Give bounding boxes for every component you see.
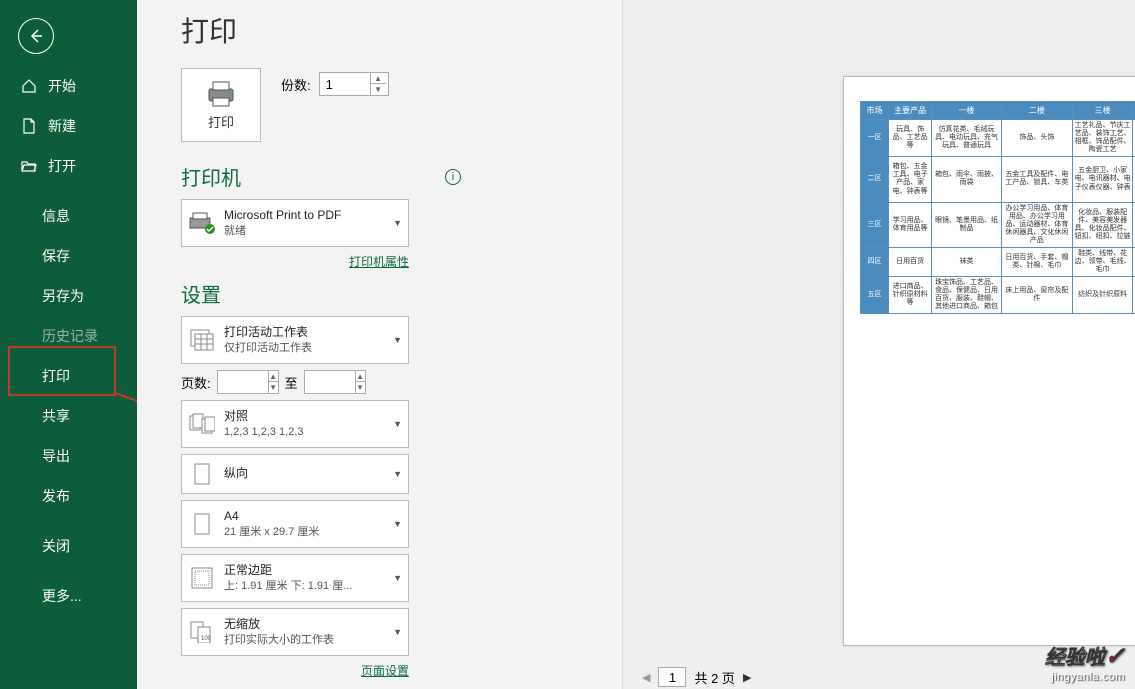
page-title: 打印 xyxy=(181,10,461,50)
paper-line2: 21 厘米 x 29.7 厘米 xyxy=(224,525,389,539)
portrait-icon xyxy=(188,460,216,488)
nav-label: 关闭 xyxy=(42,536,70,556)
scaling-icon: 100 xyxy=(188,618,216,646)
nav-new[interactable]: 新建 xyxy=(0,106,137,146)
nav-label: 更多... xyxy=(42,586,82,606)
file-icon xyxy=(20,117,38,135)
back-button[interactable] xyxy=(18,18,54,54)
print-button[interactable]: 打印 xyxy=(181,68,261,142)
nav-label: 发布 xyxy=(42,486,70,506)
nav-label: 导出 xyxy=(42,446,70,466)
nav-label: 共享 xyxy=(42,406,70,426)
spinner-up[interactable]: ▲ xyxy=(268,371,278,382)
copies-label: 份数: xyxy=(281,75,311,94)
printer-status-icon xyxy=(188,209,216,237)
nav-home[interactable]: 开始 xyxy=(0,66,137,106)
printer-icon xyxy=(205,80,237,108)
spinner-down[interactable]: ▼ xyxy=(370,84,386,95)
sheets-icon xyxy=(188,326,216,354)
page-from-input[interactable] xyxy=(218,375,268,390)
print-preview: 市场主要产品一楼二楼三楼四楼 一区玩具、饰品、工艺品等仿真花类、毛绒玩具、电动玩… xyxy=(622,0,1135,689)
paper-line1: A4 xyxy=(224,509,389,525)
chevron-down-icon: ▼ xyxy=(393,519,402,529)
paper-dropdown[interactable]: A421 厘米 x 29.7 厘米 ▼ xyxy=(181,500,409,548)
chevron-down-icon: ▼ xyxy=(393,573,402,583)
chevron-down-icon: ▼ xyxy=(393,627,402,637)
pages-to-label: 至 xyxy=(285,373,298,392)
info-icon[interactable]: i xyxy=(445,169,461,185)
nav-more[interactable]: 更多... xyxy=(0,576,137,616)
nav-label: 打印 xyxy=(42,366,70,386)
preview-page: 市场主要产品一楼二楼三楼四楼 一区玩具、饰品、工艺品等仿真花类、毛绒玩具、电动玩… xyxy=(843,76,1135,646)
preview-table: 市场主要产品一楼二楼三楼四楼 一区玩具、饰品、工艺品等仿真花类、毛绒玩具、电动玩… xyxy=(860,101,1135,314)
watermark: 经验啦✓ jingyanla.com xyxy=(1045,641,1125,683)
scope-line2: 仅打印活动工作表 xyxy=(224,341,389,355)
margins-dropdown[interactable]: 正常边距上: 1.91 厘米 下: 1.91 厘... ▼ xyxy=(181,554,409,602)
pages-label: 页数: xyxy=(181,373,211,392)
nav-open[interactable]: 打开 xyxy=(0,146,137,186)
margins-line1: 正常边距 xyxy=(224,563,389,579)
scaling-line2: 打印实际大小的工作表 xyxy=(224,633,389,647)
nav-print[interactable]: 打印 xyxy=(0,356,137,396)
collate-icon xyxy=(188,410,216,438)
pager-input[interactable] xyxy=(658,667,686,687)
nav-info[interactable]: 信息 xyxy=(0,196,137,236)
printer-section-title: 打印机i xyxy=(181,162,461,191)
nav-history[interactable]: 历史记录 xyxy=(0,316,137,356)
printer-dropdown[interactable]: Microsoft Print to PDF就绪 ▼ xyxy=(181,199,409,247)
page-to-input[interactable] xyxy=(305,375,355,390)
pager-next[interactable]: ▶ xyxy=(743,671,751,684)
pager-total: 共 2 页 xyxy=(694,668,734,687)
nav-label: 信息 xyxy=(42,206,70,226)
page-setup-link[interactable]: 页面设置 xyxy=(361,664,409,678)
chevron-down-icon: ▼ xyxy=(393,335,402,345)
print-scope-dropdown[interactable]: 打印活动工作表仅打印活动工作表 ▼ xyxy=(181,316,409,364)
spinner-up[interactable]: ▲ xyxy=(355,371,365,382)
pager: ◀ 共 2 页 ▶ xyxy=(642,667,751,687)
collate-dropdown[interactable]: 对照1,2,3 1,2,3 1,2,3 ▼ xyxy=(181,400,409,448)
spinner-down[interactable]: ▼ xyxy=(355,382,365,393)
scope-line1: 打印活动工作表 xyxy=(224,325,389,341)
print-button-label: 打印 xyxy=(208,112,234,131)
chevron-down-icon: ▼ xyxy=(393,218,402,228)
home-icon xyxy=(20,77,38,95)
nav-label: 打开 xyxy=(48,156,76,176)
nav-label: 开始 xyxy=(48,76,76,96)
margins-icon xyxy=(188,564,216,592)
page-to-spinner[interactable]: ▲▼ xyxy=(304,370,366,394)
chevron-down-icon: ▼ xyxy=(393,419,402,429)
nav-save[interactable]: 保存 xyxy=(0,236,137,276)
svg-text:100: 100 xyxy=(201,636,212,642)
spinner-down[interactable]: ▼ xyxy=(268,382,278,393)
copies-input[interactable] xyxy=(320,77,370,92)
nav-share[interactable]: 共享 xyxy=(0,396,137,436)
nav-close[interactable]: 关闭 xyxy=(0,526,137,566)
collate-line2: 1,2,3 1,2,3 1,2,3 xyxy=(224,425,389,439)
paper-icon xyxy=(188,510,216,538)
printer-status: 就绪 xyxy=(224,224,389,238)
chevron-down-icon: ▼ xyxy=(393,469,402,479)
scaling-line1: 无缩放 xyxy=(224,617,389,633)
margins-line2: 上: 1.91 厘米 下: 1.91 厘... xyxy=(224,579,389,593)
collate-line1: 对照 xyxy=(224,409,389,425)
spinner-up[interactable]: ▲ xyxy=(370,73,386,84)
nav-publish[interactable]: 发布 xyxy=(0,476,137,516)
nav-label: 历史记录 xyxy=(42,326,98,346)
nav-label: 保存 xyxy=(42,246,70,266)
nav-export[interactable]: 导出 xyxy=(0,436,137,476)
copies-spinner[interactable]: ▲▼ xyxy=(319,72,389,96)
nav-saveas[interactable]: 另存为 xyxy=(0,276,137,316)
orientation-dropdown[interactable]: 纵向 ▼ xyxy=(181,454,409,494)
printer-name: Microsoft Print to PDF xyxy=(224,208,389,224)
pager-prev[interactable]: ◀ xyxy=(642,671,650,684)
folder-open-icon xyxy=(20,157,38,175)
orientation-label: 纵向 xyxy=(224,466,389,482)
nav-label: 新建 xyxy=(48,116,76,136)
settings-section-title: 设置 xyxy=(181,279,461,308)
nav-label: 另存为 xyxy=(42,286,84,306)
scaling-dropdown[interactable]: 100 无缩放打印实际大小的工作表 ▼ xyxy=(181,608,409,656)
printer-properties-link[interactable]: 打印机属性 xyxy=(349,255,409,269)
page-from-spinner[interactable]: ▲▼ xyxy=(217,370,279,394)
